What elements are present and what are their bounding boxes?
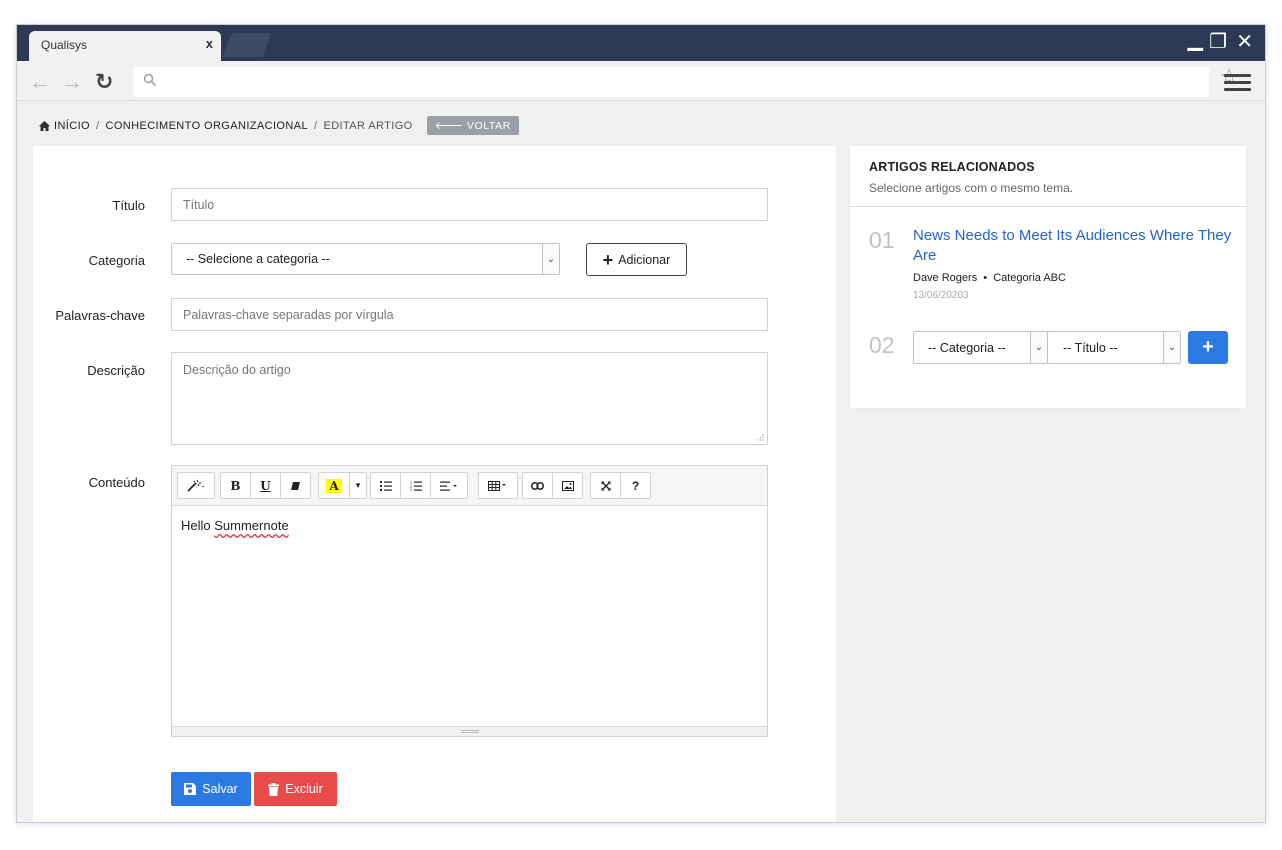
divider	[850, 206, 1246, 207]
new-item-number: 02	[869, 332, 895, 358]
delete-button[interactable]: Excluir	[254, 772, 337, 806]
category-selected-value: -- Selecione a categoria --	[186, 252, 330, 266]
arrow-left-icon: 🡐	[434, 120, 467, 132]
forward-arrow-icon[interactable]: →	[61, 69, 83, 95]
search-icon	[143, 73, 157, 87]
back-button[interactable]: 🡐 VOLTAR	[426, 116, 519, 135]
eraser-icon[interactable]	[280, 472, 311, 499]
floppy-disk-icon	[184, 783, 197, 795]
plus-icon: +	[602, 249, 614, 270]
related-article-link[interactable]: News Needs to Meet Its Audiences Where T…	[913, 226, 1233, 266]
bold-button[interactable]: B	[220, 472, 251, 499]
browser-tab[interactable]: Qualisys x	[29, 31, 221, 61]
description-textarea[interactable]: Descrição do artigo	[171, 352, 768, 445]
editor-content[interactable]: Hello Summernote	[172, 506, 767, 726]
bullet-list-icon[interactable]	[370, 472, 401, 499]
article-author: Dave Rogers	[913, 272, 978, 284]
keywords-input[interactable]: Palavras-chave separadas por vírgula	[171, 298, 768, 331]
align-dropdown-icon[interactable]	[430, 472, 468, 499]
svg-text:3: 3	[410, 488, 412, 491]
style-magic-icon[interactable]	[177, 472, 215, 499]
article-date: 13/06/20203	[913, 290, 969, 301]
breadcrumb: INÍCIO / CONHECIMENTO ORGANIZACIONAL / E…	[39, 116, 519, 135]
related-title-select[interactable]: -- Título -- ⌄	[1047, 331, 1181, 364]
image-icon[interactable]	[552, 472, 583, 499]
text-color-button[interactable]: A	[318, 472, 350, 499]
related-subtitle: Selecione artigos com o mesmo tema.	[869, 181, 1074, 195]
url-input[interactable]	[133, 67, 1209, 97]
chevron-down-icon: ⌄	[1163, 332, 1180, 363]
restore-icon[interactable]: ❐	[1209, 29, 1227, 55]
numbered-list-icon[interactable]: 123	[400, 472, 431, 499]
add-category-button[interactable]: + Adicionar	[586, 243, 687, 276]
editor-text: Hello	[181, 518, 215, 533]
category-select[interactable]: -- Selecione a categoria -- ⌄	[171, 243, 560, 275]
trash-icon	[268, 782, 280, 796]
related-category-value: -- Categoria --	[928, 340, 1006, 355]
save-button[interactable]: Salvar	[171, 772, 251, 806]
breadcrumb-section-link[interactable]: CONHECIMENTO ORGANIZACIONAL	[105, 120, 308, 132]
content-label: Conteúdo	[88, 475, 145, 490]
table-icon[interactable]	[478, 472, 518, 499]
home-icon	[39, 120, 50, 131]
link-icon[interactable]	[522, 472, 553, 499]
grip-icon	[460, 730, 479, 733]
article-category: Categoria ABC	[993, 272, 1066, 284]
text-color-icon: A	[326, 478, 342, 493]
title-bar: Qualisys x ▁ ❐ ✕	[17, 25, 1265, 61]
underline-button[interactable]: U	[250, 472, 281, 499]
keywords-placeholder: Palavras-chave separadas por vírgula	[183, 307, 394, 322]
related-category-select[interactable]: -- Categoria -- ⌄	[913, 331, 1048, 364]
text-color-dropdown-icon[interactable]: ▾	[349, 472, 367, 499]
resize-handle-icon[interactable]	[757, 434, 764, 441]
close-window-icon[interactable]: ✕	[1236, 29, 1253, 55]
category-label: Categoria	[88, 253, 145, 268]
related-title-value: -- Título --	[1063, 340, 1118, 355]
add-related-article-button[interactable]: +	[1188, 331, 1228, 364]
breadcrumb-current: EDITAR ARTIGO	[323, 119, 413, 132]
related-title: ARTIGOS RELACIONADOS	[869, 160, 1035, 174]
hamburger-menu-icon[interactable]	[1224, 74, 1251, 95]
editor-text-misspelled: Summernote	[214, 518, 289, 533]
breadcrumb-separator: /	[96, 119, 100, 132]
page-content: INÍCIO / CONHECIMENTO ORGANIZACIONAL / E…	[17, 102, 1265, 822]
reload-icon[interactable]: ↻	[95, 69, 113, 95]
minimize-icon[interactable]: ▁	[1188, 27, 1203, 53]
tab-title: Qualisys	[41, 38, 88, 52]
rich-text-editor: B U A ▾ 1 2 3 ? Hello Summernote	[171, 465, 768, 737]
title-label: Título	[112, 198, 145, 213]
fullscreen-icon[interactable]	[590, 472, 621, 499]
chevron-down-icon: ⌄	[1030, 332, 1047, 363]
address-bar: ← → ↻ ☆	[17, 61, 1265, 101]
related-article-meta: Dave Rogers • Categoria ABC	[913, 272, 1066, 284]
editor-toolbar: B U A ▾ 1 2 3 ?	[172, 466, 767, 506]
meta-bullet: •	[983, 272, 988, 284]
chevron-down-icon: ⌄	[542, 244, 559, 274]
new-tab-button[interactable]	[222, 33, 272, 57]
browser-window: Qualisys x ▁ ❐ ✕ ← → ↻ ☆ INÍCIO / CONHEC…	[16, 24, 1266, 823]
title-input[interactable]: Título	[171, 188, 768, 221]
back-button-label: VOLTAR	[466, 120, 511, 132]
article-form: Título Título Categoria -- Selecione a c…	[33, 146, 836, 822]
back-arrow-icon[interactable]: ←	[29, 69, 51, 95]
breadcrumb-separator: /	[314, 119, 318, 132]
save-label: Salvar	[202, 782, 238, 796]
title-placeholder: Título	[183, 197, 215, 212]
help-icon[interactable]: ?	[620, 472, 651, 499]
add-category-label: Adicionar	[618, 252, 671, 267]
description-placeholder: Descrição do artigo	[183, 363, 291, 377]
breadcrumb-home-link[interactable]: INÍCIO	[54, 120, 90, 132]
delete-label: Excluir	[285, 782, 323, 796]
description-label: Descrição	[87, 363, 145, 378]
tab-close-icon[interactable]: x	[206, 36, 213, 51]
related-articles-panel: ARTIGOS RELACIONADOS Selecione artigos c…	[850, 146, 1246, 408]
related-item-number: 01	[869, 227, 895, 253]
keywords-label: Palavras-chave	[55, 308, 145, 323]
editor-resize-bar[interactable]	[172, 726, 767, 736]
